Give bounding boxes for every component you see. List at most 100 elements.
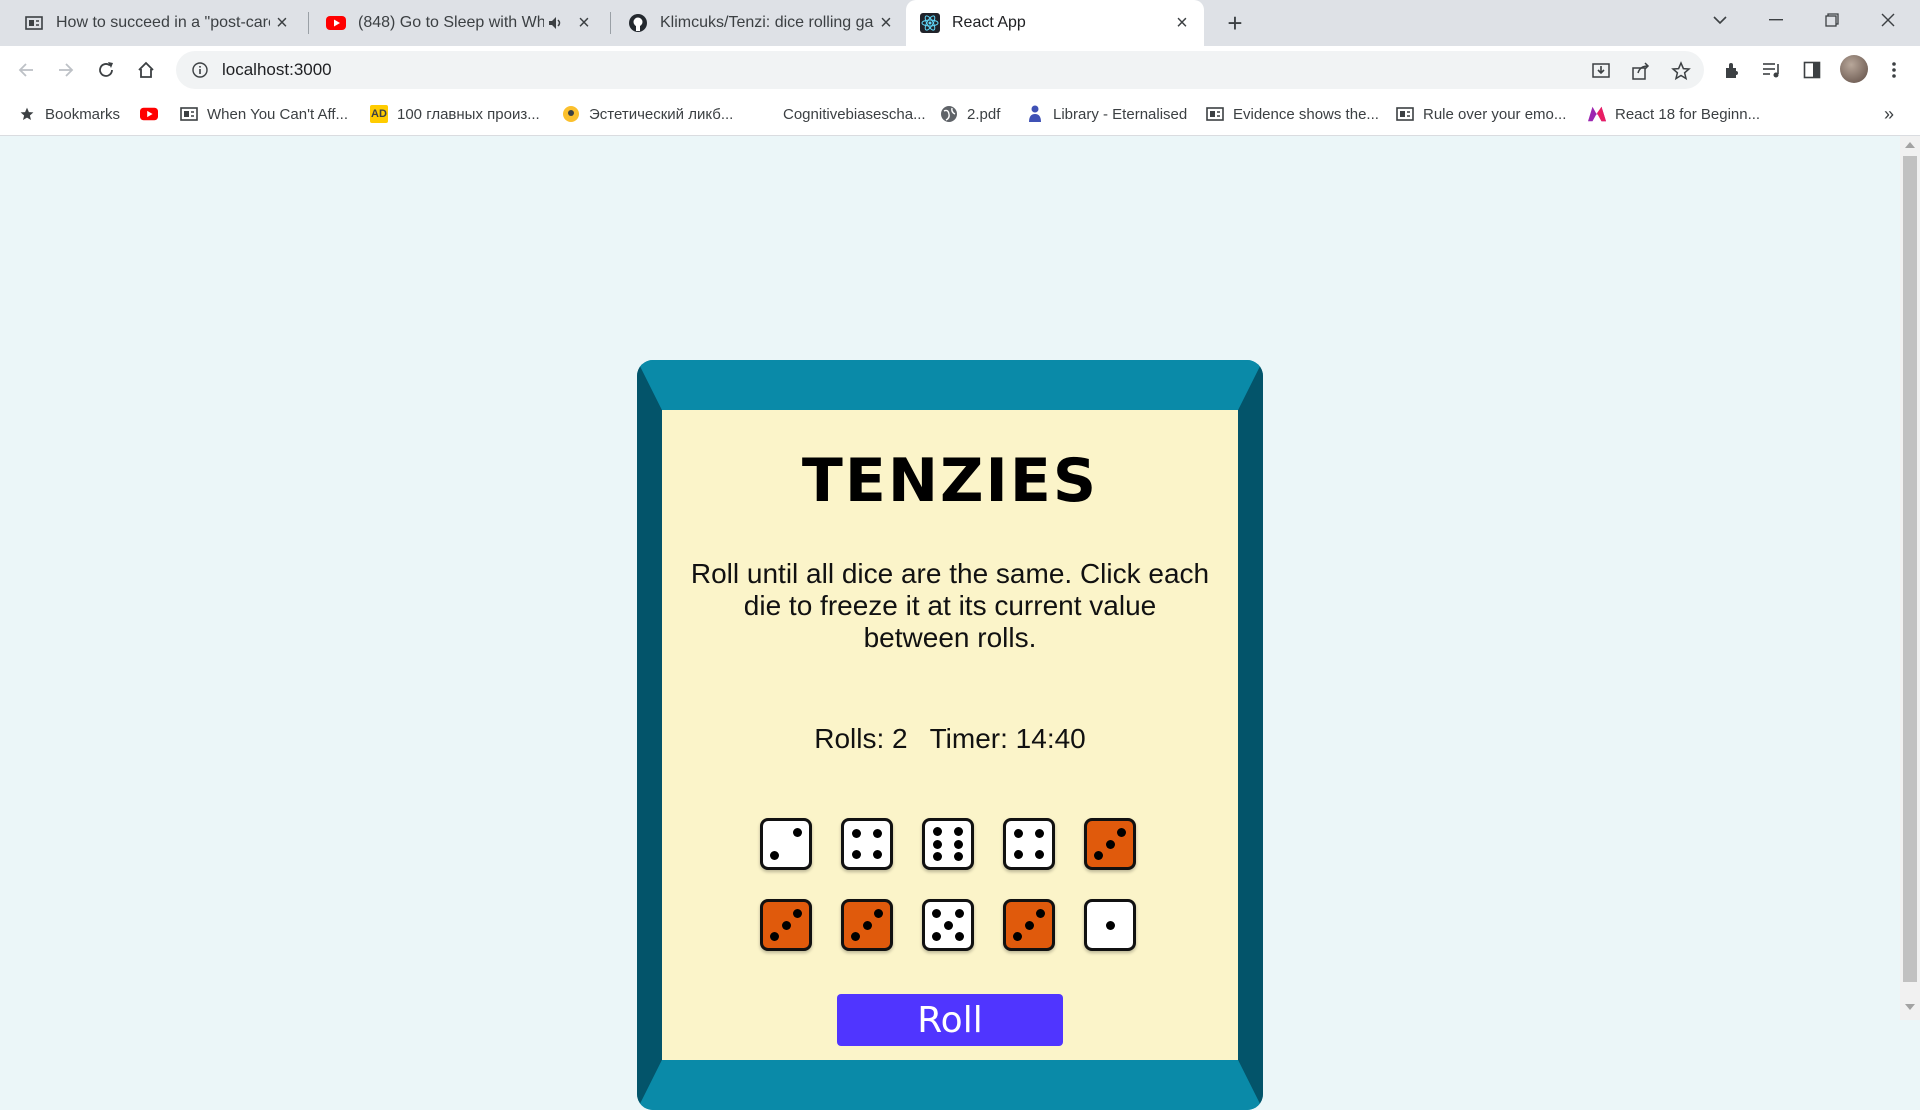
tab-separator [610, 12, 611, 34]
tab-separator [308, 12, 309, 34]
close-window-icon[interactable] [1860, 0, 1916, 40]
url-text: localhost:3000 [222, 60, 332, 79]
tab-post-career[interactable]: How to succeed in a "post-caree × [10, 0, 304, 46]
install-icon[interactable] [1590, 60, 1612, 82]
side-panel-icon[interactable] [1800, 58, 1824, 82]
media-icon[interactable] [1760, 58, 1784, 82]
speaker-icon[interactable] [544, 11, 568, 35]
die-7[interactable] [841, 899, 893, 951]
scroll-up-icon[interactable] [1905, 142, 1915, 148]
bookmark-label: Эстетический ликб... [589, 105, 734, 123]
bookmark-item[interactable]: When You Can't Aff... [180, 93, 348, 135]
youtube-icon [326, 13, 346, 33]
extensions-icon[interactable] [1720, 58, 1744, 82]
bookmark-label: React 18 for Beginn... [1615, 105, 1761, 123]
menu-icon[interactable] [1882, 58, 1906, 82]
die-pip [852, 829, 862, 839]
minimize-icon[interactable] [1748, 0, 1804, 40]
die-pip [1105, 920, 1115, 930]
reload-icon[interactable] [90, 54, 122, 86]
dice-grid [760, 818, 1150, 960]
die-pip [1013, 932, 1022, 941]
die-pip [874, 909, 883, 918]
restore-icon[interactable] [1804, 0, 1860, 40]
die-pip [1117, 828, 1126, 837]
die-3[interactable] [922, 818, 974, 870]
tab-search-icon[interactable] [1692, 0, 1748, 40]
bookmark-item[interactable]: React 18 for Beginn... [1588, 93, 1760, 135]
address-bar[interactable]: localhost:3000 [176, 51, 1704, 89]
bulb-icon [562, 105, 580, 123]
forward-icon[interactable] [50, 54, 82, 86]
die-10[interactable] [1084, 899, 1136, 951]
die-pip [872, 829, 882, 839]
die-1[interactable] [760, 818, 812, 870]
game-title: TENZIES [801, 446, 1099, 516]
bookmark-item[interactable]: Cognitivebiasescha... [756, 93, 926, 135]
person-icon [1026, 105, 1044, 123]
bookmark-item[interactable]: Library - Eternalised [1026, 93, 1187, 135]
bookmark-label: Rule over your emo... [1423, 105, 1567, 123]
game-instructions: Roll until all dice are the same. Click … [690, 558, 1210, 653]
tab-title: React App [952, 14, 1026, 31]
roll-button[interactable]: Roll [837, 994, 1063, 1046]
close-icon[interactable]: × [1170, 11, 1194, 35]
star-icon[interactable] [1670, 60, 1692, 82]
bookmark-item[interactable]: Evidence shows the... [1206, 93, 1379, 135]
bookmark-item[interactable]: AD 100 главных произ... [370, 93, 540, 135]
die-2[interactable] [841, 818, 893, 870]
die-6[interactable] [760, 899, 812, 951]
bookmark-item[interactable]: Rule over your emo... [1396, 93, 1566, 135]
game-frame: TENZIES Roll until all dice are the same… [637, 360, 1263, 1110]
die-pip [932, 909, 942, 919]
tab-github[interactable]: Klimcuks/Tenzi: dice rolling gam × [614, 0, 908, 46]
scroll-down-icon[interactable] [1905, 1004, 1915, 1010]
bookmark-label: Cognitivebiasescha... [783, 105, 926, 123]
github-icon [628, 13, 648, 33]
bookmark-label: When You Can't Aff... [207, 105, 349, 123]
bookmark-item[interactable] [140, 93, 167, 135]
bookmark-label: Evidence shows the... [1233, 105, 1379, 123]
close-icon[interactable]: × [874, 11, 898, 35]
bookmark-item[interactable]: Bookmarks [18, 93, 120, 135]
new-tab-button[interactable]: + [1220, 8, 1250, 38]
back-icon[interactable] [10, 54, 42, 86]
close-icon[interactable]: × [572, 11, 596, 35]
globe-icon [940, 105, 958, 123]
article-icon [180, 105, 198, 123]
die-8[interactable] [922, 899, 974, 951]
die-5[interactable] [1084, 818, 1136, 870]
scrollbar-thumb[interactable] [1903, 156, 1917, 982]
die-pip [1034, 829, 1044, 839]
react-icon [920, 13, 940, 33]
site-info-icon[interactable] [190, 60, 210, 80]
bookmark-item[interactable]: 2.pdf [940, 93, 1000, 135]
die-9[interactable] [1003, 899, 1055, 951]
page-scrollbar[interactable] [1900, 136, 1920, 1020]
die-pip [770, 851, 779, 860]
home-icon[interactable] [130, 54, 162, 86]
die-pip [933, 852, 943, 862]
die-pip [1034, 849, 1044, 859]
bookmarks-overflow-button[interactable]: » [1884, 93, 1894, 135]
tab-title: Klimcuks/Tenzi: dice rolling gam [660, 14, 874, 31]
tab-strip: How to succeed in a "post-caree × (848) … [0, 0, 1920, 46]
die-4[interactable] [1003, 818, 1055, 870]
tab-youtube[interactable]: (848) Go to Sleep with Whit × [312, 0, 606, 46]
close-icon[interactable]: × [270, 11, 294, 35]
star-icon [18, 105, 36, 123]
die-pip [851, 932, 860, 941]
share-icon[interactable] [1630, 60, 1652, 82]
die-pip [933, 839, 943, 849]
bookmark-item[interactable]: Эстетический ликб... [562, 93, 733, 135]
die-pip [793, 909, 802, 918]
die-pip [862, 920, 872, 930]
profile-avatar[interactable] [1840, 55, 1868, 83]
article-icon [1396, 105, 1414, 123]
die-pip [954, 931, 964, 941]
die-pip [1105, 839, 1115, 849]
die-pip [932, 931, 942, 941]
m-logo-icon [1588, 105, 1606, 123]
ad-icon: AD [370, 105, 388, 123]
tab-react-app[interactable]: React App × [906, 0, 1204, 46]
